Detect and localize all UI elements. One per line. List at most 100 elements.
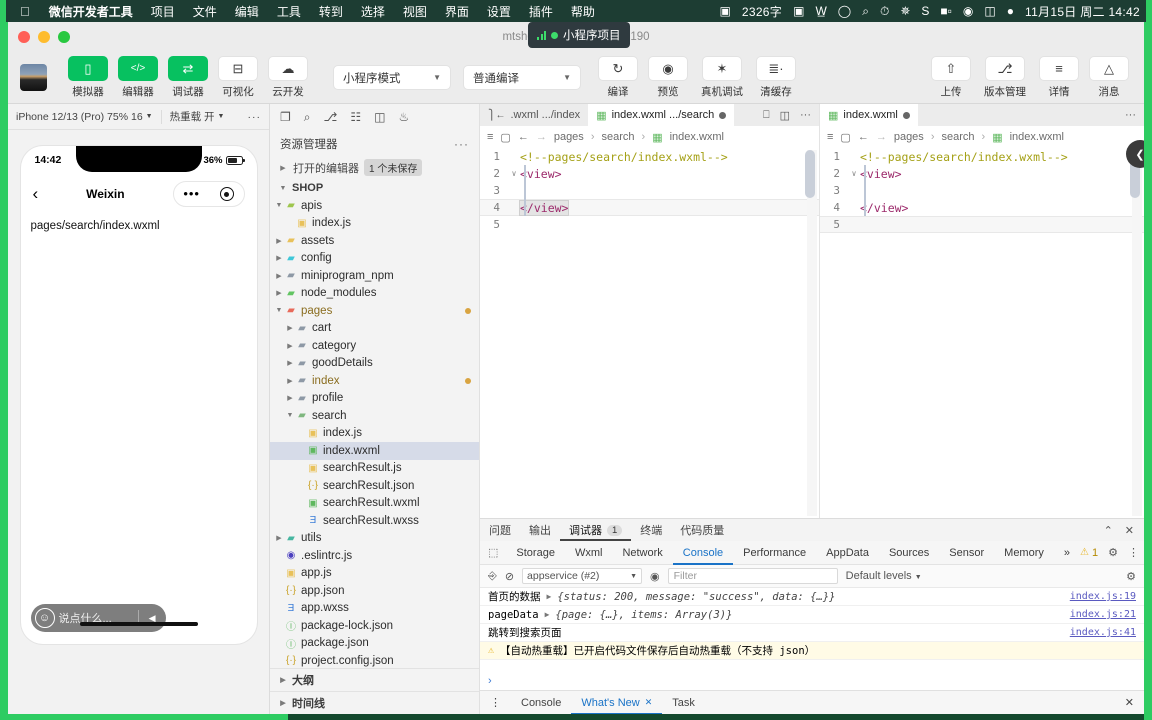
code-line[interactable]: 3 bbox=[820, 182, 1144, 199]
code-line[interactable]: 1 <!--pages/search/index.wxml--> bbox=[820, 148, 1144, 165]
drawer-tab[interactable]: Console bbox=[511, 691, 571, 715]
console-log-source[interactable]: index.js:19 bbox=[1070, 591, 1136, 602]
menu-item-goto[interactable]: 转到 bbox=[310, 3, 352, 20]
layout-icon[interactable]: ◫ bbox=[374, 110, 385, 124]
breadcrumb-segment[interactable]: index.wxml bbox=[1010, 131, 1064, 143]
clear-cache-button[interactable]: ≣· 清缓存 bbox=[753, 56, 799, 99]
tree-file-row[interactable]: Ⓘpackage-lock.json bbox=[270, 617, 479, 635]
maximize-window-button[interactable] bbox=[58, 31, 70, 43]
cloud-dev-button[interactable]: ☁ 云开发 bbox=[265, 56, 311, 99]
eye-icon[interactable]: ◉ bbox=[650, 570, 660, 583]
devtools-tab[interactable]: 代码质量 bbox=[671, 519, 733, 541]
tree-folder-row[interactable]: ▶ ▰ utils bbox=[270, 530, 479, 548]
outline-section[interactable]: ▶ 大纲 bbox=[270, 668, 479, 691]
tree-file-row[interactable]: ◉ .eslintrc.js bbox=[270, 547, 479, 565]
tree-file-row[interactable]: Ǝapp.wxss bbox=[270, 600, 479, 618]
tree-file-row[interactable]: ▣ searchResult.wxml bbox=[270, 495, 479, 513]
split-editor-icon[interactable]: ⎕ bbox=[763, 109, 770, 122]
device-select[interactable]: iPhone 12/13 (Pro) 75% 16 ▼ bbox=[8, 111, 161, 123]
fold-chevron-icon[interactable]: ∨ bbox=[508, 169, 520, 178]
tree-folder-row[interactable]: ▶ ▰ assets bbox=[270, 232, 479, 250]
console-log-source[interactable]: index.js:41 bbox=[1070, 627, 1136, 638]
devtools-panel-tab[interactable]: Sensor bbox=[939, 541, 994, 565]
visualize-toggle-button[interactable]: ⊟ 可视化 bbox=[215, 56, 261, 99]
menu-item-edit[interactable]: 编辑 bbox=[226, 3, 268, 20]
tree-folder-row[interactable]: ▶ ▰ node_modules bbox=[270, 285, 479, 303]
tree-file-row[interactable]: ▣ index.wxml bbox=[270, 442, 479, 460]
gear-icon[interactable]: ⚙ bbox=[1108, 546, 1118, 559]
code-line[interactable]: 3 bbox=[480, 182, 819, 199]
tree-folder-row[interactable]: ▼ ▰ apis bbox=[270, 197, 479, 215]
compile-button[interactable]: ↻ 编译 bbox=[595, 56, 641, 99]
preview-button[interactable]: ◉ 预览 bbox=[645, 56, 691, 99]
inspect-icon[interactable]: ⬚ bbox=[480, 546, 506, 559]
code-line[interactable]: 4 </view> bbox=[480, 199, 819, 216]
debugger-toggle-button[interactable]: ⇄ 调试器 bbox=[165, 56, 211, 99]
tree-file-row[interactable]: {·} project.config.json bbox=[270, 652, 479, 668]
breadcrumb-segment[interactable]: pages bbox=[894, 131, 924, 143]
weibo-icon[interactable]: W̲ bbox=[815, 5, 826, 17]
tree-file-row[interactable]: {·} searchResult.json bbox=[270, 477, 479, 495]
search-icon[interactable]: ⌕ bbox=[304, 110, 311, 125]
source-control-icon[interactable]: ⎇ bbox=[324, 110, 338, 124]
extensions-icon[interactable]: ☷ bbox=[350, 110, 361, 124]
menu-item-view[interactable]: 视图 bbox=[394, 3, 436, 20]
project-root-section[interactable]: ▼ SHOP bbox=[270, 179, 479, 197]
breadcrumb-segment[interactable]: search bbox=[941, 131, 974, 143]
upload-button[interactable]: ⇧ 上传 bbox=[928, 56, 974, 99]
menu-item-app[interactable]: 微信开发者工具 bbox=[40, 3, 142, 20]
console-context-select[interactable]: appservice (#2) ▼ bbox=[522, 568, 643, 584]
menubar-clock[interactable]: 11月15日 周二 14:42 bbox=[1025, 3, 1140, 20]
breadcrumb-segment[interactable]: search bbox=[601, 131, 634, 143]
devtools-panel-tab[interactable]: Memory bbox=[994, 541, 1054, 565]
qq-icon[interactable]: ◯ bbox=[838, 5, 851, 17]
devtools-panel-tab[interactable]: Wxml bbox=[565, 541, 613, 565]
bookmark-icon[interactable]: ▢ bbox=[840, 131, 850, 144]
devtools-panel-tab[interactable]: Performance bbox=[733, 541, 816, 565]
version-control-button[interactable]: ⎇ 版本管理 bbox=[978, 56, 1032, 99]
drawer-tab[interactable]: Task bbox=[662, 691, 705, 715]
tree-folder-row[interactable]: ▶ ▰ profile bbox=[270, 390, 479, 408]
expand-arrow-icon[interactable]: ▶ bbox=[547, 592, 552, 601]
wifi-icon[interactable]: ◉ bbox=[963, 5, 973, 17]
expand-arrow-icon[interactable]: ▶ bbox=[545, 610, 550, 619]
close-icon[interactable]: ✕ bbox=[1125, 524, 1134, 537]
clock-icon[interactable]: ⏱ bbox=[880, 5, 889, 17]
bookmark-icon[interactable]: ▢ bbox=[500, 131, 510, 144]
devtools-panel-tab[interactable]: Console bbox=[673, 541, 733, 565]
editor-scrollbar-track-left[interactable] bbox=[805, 150, 817, 516]
devtools-tab[interactable]: 终端 bbox=[631, 519, 671, 541]
devtools-panel-tab[interactable]: Network bbox=[612, 541, 672, 565]
close-icon[interactable]: ✕ bbox=[645, 697, 653, 708]
gear-icon[interactable]: ⚙ bbox=[1126, 570, 1136, 583]
code-editor-left[interactable]: 1 <!--pages/search/index.wxml--> 2 ∨ <view> 3… bbox=[480, 148, 819, 518]
code-line[interactable]: 1 <!--pages/search/index.wxml--> bbox=[480, 148, 819, 165]
editor-tab-active-right[interactable]: ▦ index.wxml bbox=[820, 104, 918, 126]
files-icon[interactable]: ❐ bbox=[280, 110, 291, 124]
kebab-icon[interactable]: ⋮ bbox=[1128, 546, 1139, 559]
battery-icon[interactable]: ■▫ bbox=[940, 5, 952, 17]
drawer-tab[interactable]: What's New ✕ bbox=[571, 691, 662, 715]
code-line[interactable]: 2 ∨ <view> bbox=[820, 165, 1144, 182]
devtools-panel-tab[interactable]: Storage bbox=[506, 541, 565, 565]
bluetooth-icon[interactable]: ✵ bbox=[900, 5, 910, 17]
console-levels-select[interactable]: Default levels ▼ bbox=[846, 570, 922, 582]
wechat-capsule[interactable]: ••• bbox=[172, 181, 245, 207]
minimize-window-button[interactable] bbox=[38, 31, 50, 43]
apple-menu-icon[interactable]:  bbox=[20, 5, 30, 18]
open-editors-section[interactable]: ▶ 打开的编辑器 1 个未保存 bbox=[270, 156, 479, 179]
editor-scrollbar-thumb-left[interactable] bbox=[805, 150, 815, 198]
menu-item-select[interactable]: 选择 bbox=[352, 3, 394, 20]
menu-item-plugins[interactable]: 插件 bbox=[520, 3, 562, 20]
editor-tab-active-left[interactable]: ▦ index.wxml .../search bbox=[588, 104, 735, 126]
editor-toggle-button[interactable]: </> 编辑器 bbox=[115, 56, 161, 99]
tree-folder-row[interactable]: ▶ ▰ goodDetails bbox=[270, 355, 479, 373]
back-arrow-icon[interactable]: ← bbox=[518, 131, 529, 143]
clear-console-icon[interactable]: ⊘ bbox=[505, 570, 514, 583]
tree-file-row[interactable]: {·} app.json bbox=[270, 582, 479, 600]
hot-reload-select[interactable]: 热重载 开 ▼ bbox=[162, 109, 233, 124]
tree-file-row[interactable]: Ⓘpackage.json bbox=[270, 635, 479, 653]
devtools-tab[interactable]: 问题 bbox=[480, 519, 520, 541]
close-window-button[interactable] bbox=[18, 31, 30, 43]
smiley-icon[interactable]: ☺ bbox=[34, 608, 55, 628]
